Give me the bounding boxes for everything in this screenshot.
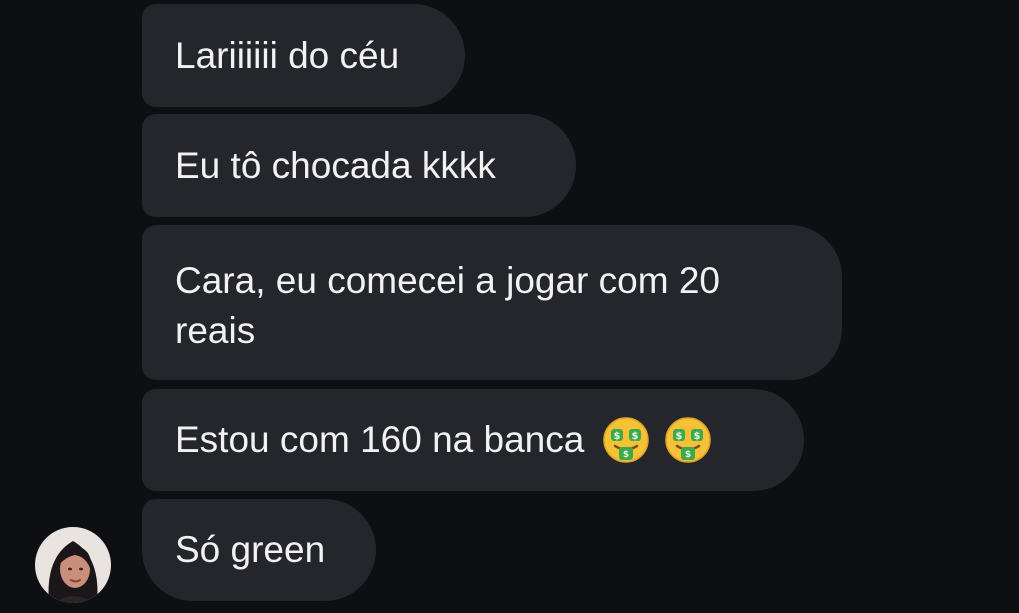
- svg-text:$: $: [685, 450, 691, 460]
- message-text: Cara, eu comecei a jogar com 20 reais: [175, 259, 720, 351]
- avatar-image: [35, 527, 111, 603]
- avatar[interactable]: [35, 527, 111, 603]
- message-text: Só green: [175, 529, 326, 570]
- message-bubble[interactable]: Estou com 160 na banca $ $ $ $ $ $: [142, 389, 804, 491]
- money-mouth-face-icon: $ $ $: [665, 417, 712, 463]
- svg-text:$: $: [623, 450, 629, 460]
- svg-text:$: $: [676, 431, 683, 442]
- svg-text:$: $: [632, 431, 639, 442]
- svg-text:$: $: [694, 431, 701, 442]
- chat-thread: Lariiiiii do céu Eu tô chocada kkkk Cara…: [0, 0, 1019, 613]
- message-bubble[interactable]: Só green: [142, 499, 376, 601]
- message-text: Lariiiiii do céu: [175, 34, 400, 76]
- svg-text:$: $: [614, 431, 621, 442]
- money-mouth-face-icon: $ $ $: [603, 417, 650, 463]
- message-text: Estou com 160 na banca: [175, 419, 585, 460]
- message-bubble[interactable]: Cara, eu comecei a jogar com 20 reais: [142, 225, 842, 380]
- message-bubble[interactable]: Lariiiiii do céu: [142, 4, 465, 107]
- message-text: Eu tô chocada kkkk: [175, 144, 496, 186]
- message-bubble[interactable]: Eu tô chocada kkkk: [142, 114, 576, 217]
